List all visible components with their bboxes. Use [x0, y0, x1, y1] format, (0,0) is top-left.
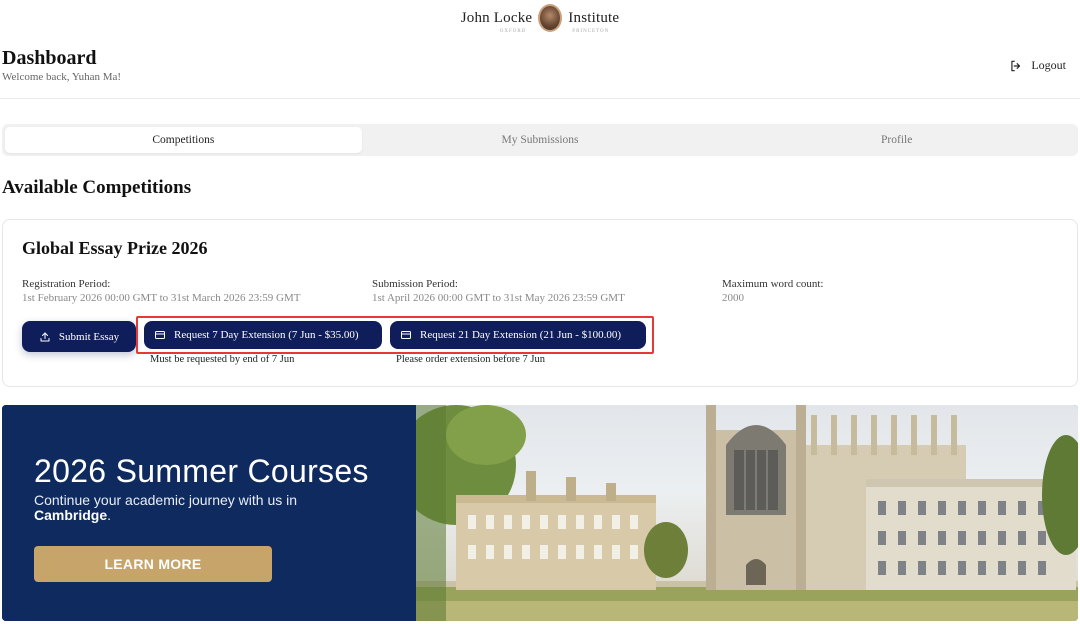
logo-sub-right: PRINCETON [572, 28, 610, 34]
registration-label: Registration Period: [22, 278, 111, 290]
banner-text-bold: Cambridge [34, 507, 108, 523]
site-logo[interactable]: John Locke OXFORD Institute PRINCETON [0, 2, 1080, 34]
cambridge-photo [416, 405, 1078, 621]
page-title: Dashboard [2, 47, 97, 69]
banner-text-prefix: Continue your academic journey with us i… [34, 492, 298, 508]
tab-competitions[interactable]: Competitions [5, 127, 362, 153]
banner-description: Continue your academic journey with us i… [34, 493, 374, 523]
submit-essay-button[interactable]: Submit Essay [22, 321, 136, 352]
welcome-message: Welcome back, Yuhan Ma! [2, 71, 122, 83]
logo-word-right: Institute PRINCETON [568, 9, 620, 34]
request-21-day-extension-label: Request 21 Day Extension (21 Jun - $100.… [420, 329, 622, 341]
learn-more-button[interactable]: LEARN MORE [34, 546, 272, 582]
tab-my-submissions[interactable]: My Submissions [362, 127, 719, 153]
logout-button[interactable]: Logout [1009, 58, 1066, 73]
competition-title: Global Essay Prize 2026 [22, 238, 208, 258]
logo-portrait-icon [538, 4, 563, 32]
request-7-day-extension-label: Request 7 Day Extension (7 Jun - $35.00) [174, 329, 359, 341]
submit-essay-label: Submit Essay [58, 330, 120, 343]
word-count-value: 2000 [722, 292, 744, 304]
submission-period: Submission Period: 1st April 2026 00:00 … [372, 278, 625, 304]
extension-21-note: Please order extension before 7 Jun [396, 354, 545, 365]
summer-courses-banner[interactable]: 2026 Summer Courses Continue your academ… [2, 405, 1078, 621]
word-count-label: Maximum word count: [722, 278, 824, 290]
extension-7-note: Must be requested by end of 7 Jun [150, 354, 295, 365]
logo-sub-left: OXFORD [499, 28, 527, 34]
credit-card-icon [401, 331, 411, 339]
logo-word-left: John Locke OXFORD [460, 9, 533, 34]
header-divider [0, 98, 1080, 99]
tab-bar: Competitions My Submissions Profile [2, 124, 1078, 156]
registration-period: Registration Period: 1st February 2026 0… [22, 278, 300, 304]
logout-label: Logout [1031, 58, 1066, 72]
competition-card: Global Essay Prize 2026 Registration Per… [2, 219, 1078, 387]
tab-profile[interactable]: Profile [718, 127, 1075, 153]
banner-text-panel: 2026 Summer Courses Continue your academ… [2, 405, 416, 621]
upload-icon [40, 332, 50, 341]
credit-card-icon [155, 331, 165, 339]
registration-value: 1st February 2026 00:00 GMT to 31st Marc… [22, 292, 301, 304]
cambridge-illustration [416, 405, 1078, 621]
banner-text-suffix: . [107, 507, 112, 523]
submission-label: Submission Period: [372, 278, 458, 290]
request-7-day-extension-button[interactable]: Request 7 Day Extension (7 Jun - $35.00) [144, 321, 382, 349]
section-title: Available Competitions [2, 177, 192, 198]
word-count: Maximum word count: 2000 [722, 278, 823, 304]
logout-icon [1011, 60, 1021, 71]
submission-value: 1st April 2026 00:00 GMT to 31st May 202… [372, 292, 625, 304]
request-21-day-extension-button[interactable]: Request 21 Day Extension (21 Jun - $100.… [390, 321, 646, 349]
banner-heading: 2026 Summer Courses [34, 453, 369, 489]
